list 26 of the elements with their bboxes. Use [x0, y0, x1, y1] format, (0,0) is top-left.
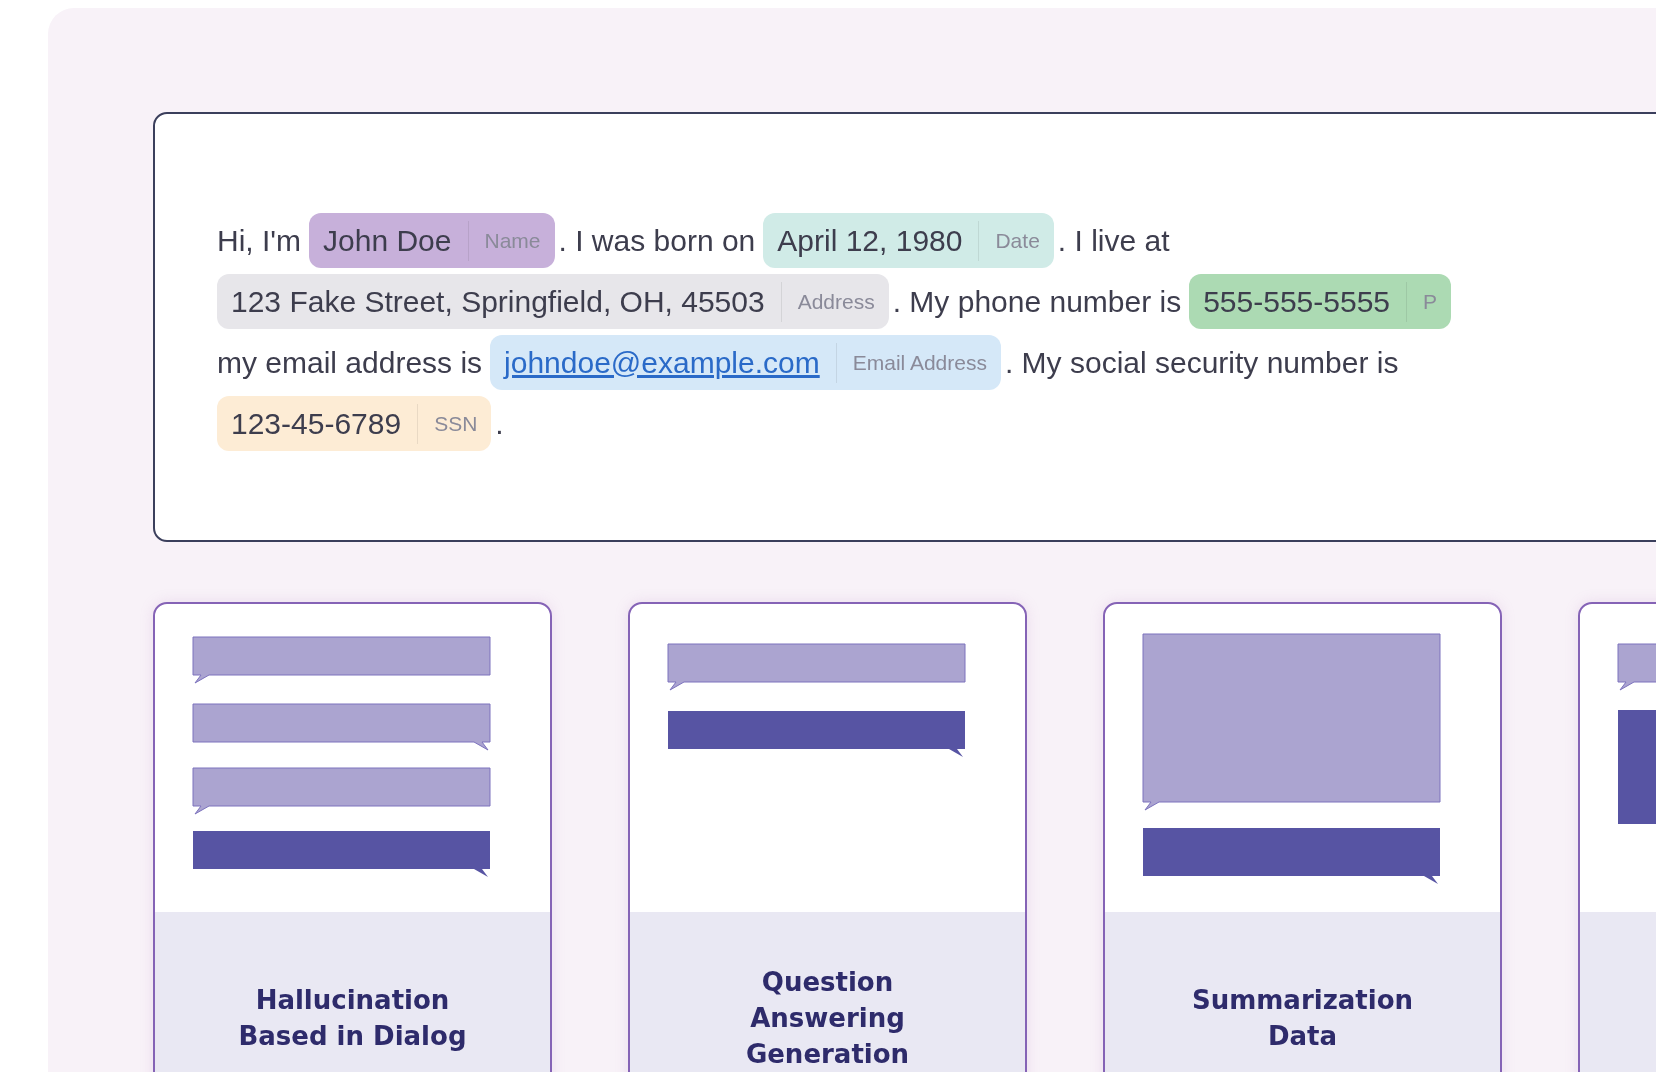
entity-text: April 12, 1980: [777, 223, 963, 258]
entity-label: Email Address: [852, 350, 987, 375]
email-link[interactable]: johndoe@example.com: [504, 345, 820, 380]
sentence-text: . I live at: [1057, 223, 1170, 258]
task-card[interactable]: Question Answering Generation: [628, 602, 1027, 1072]
card-title: Question Answering Generation: [744, 966, 911, 1071]
entity-text: 123-45-6789: [231, 406, 402, 441]
entity-label: Address: [797, 289, 875, 314]
entity-text: 555-555-5555: [1203, 284, 1390, 319]
entity-label: P: [1423, 289, 1438, 314]
sentence-text: . My social security number is: [1004, 345, 1399, 380]
card-title: Hallucination Based in Dialog: [237, 984, 468, 1053]
sentence-text: . I was born on: [558, 223, 756, 258]
task-card[interactable]: Hallucination Based in Dialog: [153, 602, 552, 1072]
entity-label: SSN: [434, 411, 478, 436]
sentence-text: .: [495, 406, 504, 441]
entity-text: 123 Fake Street, Springfield, OH, 45503: [231, 284, 765, 319]
card-title: Summarization Data: [1190, 984, 1415, 1053]
entity-label: Date: [995, 228, 1040, 253]
entity-label: Name: [484, 228, 541, 253]
sentence-text: . My phone number is: [892, 284, 1182, 319]
text-input-area[interactable]: [153, 112, 1656, 542]
sentence-text: Hi, I'm: [217, 223, 302, 258]
entity-text: John Doe: [323, 223, 452, 258]
sentence-text: my email address is: [217, 345, 483, 380]
task-card[interactable]: Summarization Data: [1103, 602, 1502, 1072]
